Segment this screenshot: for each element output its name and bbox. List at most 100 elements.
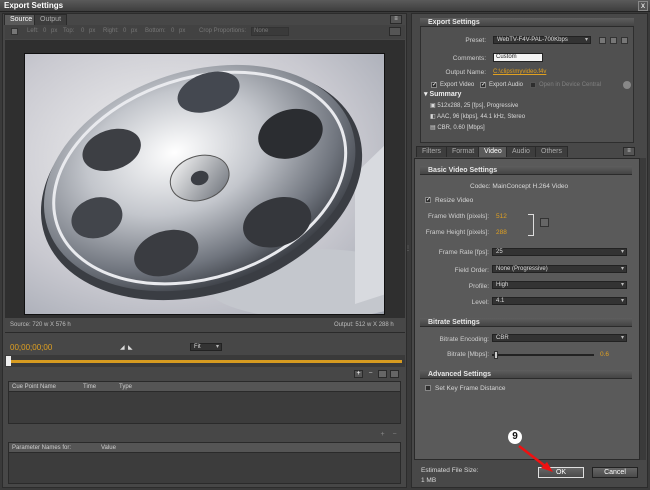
work-area-bar[interactable] xyxy=(8,360,402,363)
remove-param-icon[interactable]: − xyxy=(390,431,399,439)
crop-left-value[interactable]: 0 xyxy=(43,28,46,34)
tab-audio[interactable]: Audio xyxy=(506,146,536,157)
basic-video-header[interactable]: Basic Video Settings xyxy=(420,166,632,175)
timecode[interactable]: 00;00;00;00 xyxy=(10,343,52,352)
audio-summary-icon: ◧ xyxy=(430,114,438,120)
import-preset-icon[interactable] xyxy=(610,37,617,44)
summary-header: Summary xyxy=(429,91,462,98)
advanced-settings-header[interactable]: Advanced Settings xyxy=(420,370,632,379)
settings-scrollbar[interactable] xyxy=(640,158,646,460)
frame-width-value[interactable]: 512 xyxy=(496,213,507,220)
add-param-icon[interactable]: + xyxy=(378,431,387,439)
crop-top-unit: px xyxy=(89,28,96,34)
add-cue-point-icon[interactable]: + xyxy=(354,370,363,378)
key-frame-label: Set Key Frame Distance xyxy=(435,385,506,392)
summary-video-text: 512x288, 25 [fps], Progressive xyxy=(437,103,519,109)
summary-bitrate-text: CBR, 0.60 [Mbps] xyxy=(437,125,485,131)
profile-select[interactable]: High xyxy=(492,281,627,289)
frame-height-label: Frame Height [pixels]: xyxy=(425,229,489,236)
export-audio-checkbox[interactable]: ✓ xyxy=(480,82,486,88)
preset-label: Preset: xyxy=(465,37,486,44)
tab-menu-icon[interactable]: ≡ xyxy=(623,147,635,156)
remove-cue-point-icon[interactable]: − xyxy=(366,370,375,378)
tab-output[interactable]: Output xyxy=(34,14,68,25)
comments-input[interactable]: Custom xyxy=(493,53,543,62)
bitrate-slider-thumb[interactable] xyxy=(494,351,498,359)
frame-height-value[interactable]: 288 xyxy=(496,229,507,236)
set-in-icon[interactable]: ◢ xyxy=(120,344,126,351)
crop-icon[interactable] xyxy=(11,28,18,35)
folder-icon[interactable] xyxy=(378,370,387,378)
output-name-label: Output Name: xyxy=(445,69,486,76)
cancel-button[interactable]: Cancel xyxy=(592,467,638,478)
key-frame-checkbox[interactable] xyxy=(425,385,431,391)
chain-link-icon[interactable] xyxy=(540,218,549,227)
frame-rate-select[interactable]: 25 xyxy=(492,248,627,256)
title-bar: Export Settings x xyxy=(0,0,650,12)
delete-preset-icon[interactable] xyxy=(621,37,628,44)
info-icon[interactable] xyxy=(623,81,631,89)
bitrate-value[interactable]: 0.6 xyxy=(600,351,609,358)
crop-left-label: Left: xyxy=(27,28,39,34)
output-name-link[interactable]: C:\clips\myvideo.f4v xyxy=(493,69,546,75)
parameter-table: Parameter Names for: Value xyxy=(8,442,401,484)
tab-filters[interactable]: Filters xyxy=(416,146,448,157)
tab-format[interactable]: Format xyxy=(446,146,481,157)
param-col-name[interactable]: Parameter Names for: xyxy=(12,445,71,451)
summary-video: ▣ 512x288, 25 [fps], Progressive xyxy=(430,102,518,109)
crop-bottom-value[interactable]: 0 xyxy=(171,28,174,34)
bitrate-label: Bitrate [Mbps]: xyxy=(447,351,489,358)
codec-text: Codec: MainConcept H.264 Video xyxy=(470,183,569,190)
level-select[interactable]: 4.1 xyxy=(492,297,627,305)
output-size: Output: 512 w X 288 h xyxy=(334,322,394,328)
callout-number-badge: 9 xyxy=(508,430,522,444)
swap-preview-icon[interactable] xyxy=(389,27,401,36)
export-video-label: Export Video xyxy=(440,82,475,88)
crop-bottom-unit: px xyxy=(179,28,186,34)
device-central-checkbox[interactable] xyxy=(530,82,536,88)
bitrate-encoding-label: Bitrate Encoding: xyxy=(439,336,489,343)
film-reel-image xyxy=(40,64,384,314)
crop-top-value[interactable]: 0 xyxy=(81,28,84,34)
playhead-icon[interactable] xyxy=(6,356,11,366)
profile-label: Profile: xyxy=(468,283,489,290)
param-table-header: Parameter Names for: Value xyxy=(9,443,400,453)
bitrate-slider-track[interactable] xyxy=(492,354,594,356)
frame-width-label: Frame Width [pixels]: xyxy=(427,213,489,220)
zoom-select[interactable]: Fit xyxy=(190,343,222,351)
crop-right-unit: px xyxy=(131,28,138,34)
bitrate-encoding-select[interactable]: CBR xyxy=(492,334,627,342)
splitter-handle[interactable]: ⋮ xyxy=(405,245,411,257)
bitrate-settings-header[interactable]: Bitrate Settings xyxy=(420,318,632,327)
basic-video-title: Basic Video Settings xyxy=(428,167,498,174)
video-preview xyxy=(24,53,385,315)
crop-right-label: Right: xyxy=(103,28,119,34)
crop-proportions-select[interactable]: None xyxy=(251,27,289,36)
constrain-bracket xyxy=(528,214,534,236)
tab-video[interactable]: Video xyxy=(478,146,508,157)
cue-table-header: Cue Point Name Time Type xyxy=(9,382,400,392)
crop-left-unit: px xyxy=(51,28,58,34)
cue-col-name[interactable]: Cue Point Name xyxy=(12,384,56,390)
level-label: Level: xyxy=(471,299,489,306)
cue-col-time[interactable]: Time xyxy=(83,384,96,390)
frame-rate-label: Frame Rate [fps]: xyxy=(438,249,489,256)
tab-others[interactable]: Others xyxy=(535,146,569,157)
resize-video-label: Resize Video xyxy=(435,197,474,204)
crop-right-value[interactable]: 0 xyxy=(123,28,126,34)
save-icon[interactable] xyxy=(390,370,399,378)
export-video-checkbox[interactable]: ✓ xyxy=(431,82,437,88)
export-settings-header: Export Settings xyxy=(420,18,634,27)
panel-menu-icon[interactable]: ≡ xyxy=(390,15,402,24)
summary-audio-text: AAC, 96 [kbps], 44.1 kHz, Stereo xyxy=(437,114,526,120)
field-order-label: Field Order: xyxy=(454,267,489,274)
field-order-select[interactable]: None (Progressive) xyxy=(492,265,627,273)
cue-col-type[interactable]: Type xyxy=(119,384,132,390)
param-col-value[interactable]: Value xyxy=(101,445,116,451)
preset-select[interactable]: WebTV-F4V-PAL-700Kbps xyxy=(493,36,591,44)
save-preset-icon[interactable] xyxy=(599,37,606,44)
summary-toggle[interactable]: ▾ Summary xyxy=(424,90,461,98)
close-button[interactable]: x xyxy=(638,1,648,11)
resize-video-checkbox[interactable]: ✓ xyxy=(425,197,431,203)
set-out-icon[interactable]: ◣ xyxy=(128,344,134,351)
